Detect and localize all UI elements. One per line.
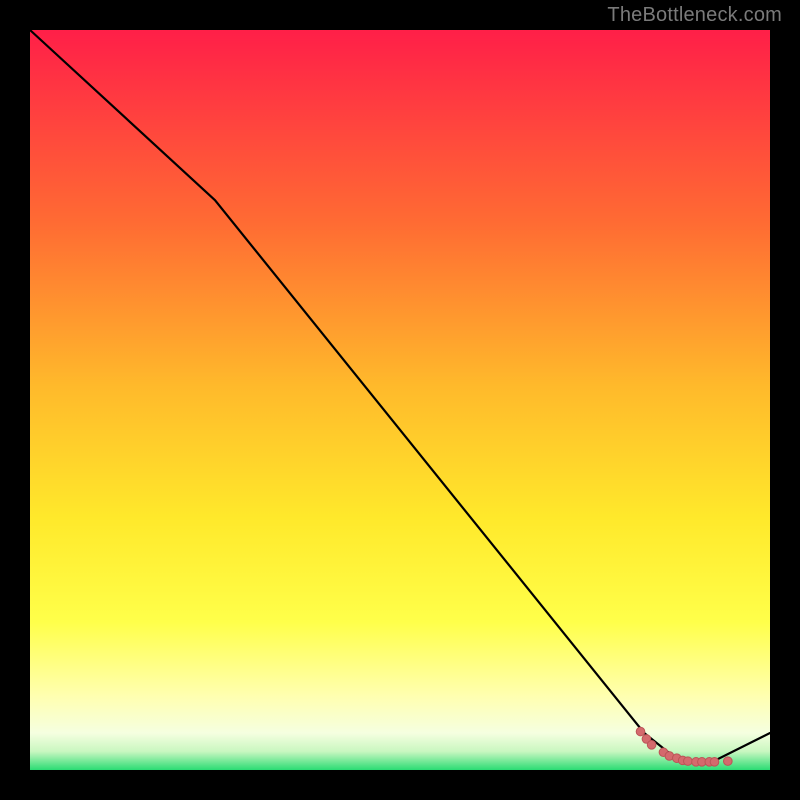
chart-stage: TheBottleneck.com — [0, 0, 800, 800]
marker-point — [724, 757, 733, 766]
chart-svg — [0, 0, 800, 800]
plot-background — [30, 30, 770, 770]
marker-point — [636, 727, 645, 736]
marker-point — [684, 757, 693, 766]
marker-point — [710, 758, 719, 767]
marker-point — [647, 741, 656, 750]
